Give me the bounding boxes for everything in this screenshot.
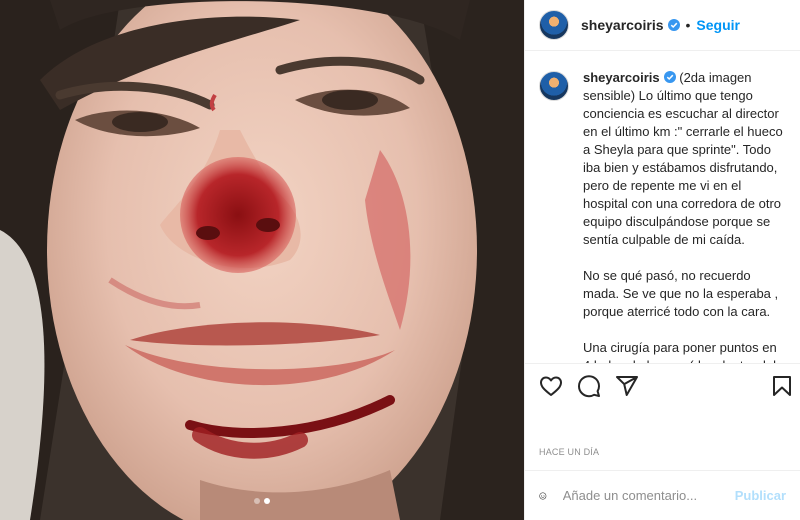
publish-button[interactable]: Publicar — [735, 488, 786, 503]
caption-avatar[interactable] — [539, 71, 569, 101]
comment-input[interactable] — [560, 487, 735, 504]
comment-bar: Publicar — [525, 470, 800, 520]
header-separator: • — [685, 17, 691, 33]
bookmark-icon[interactable] — [770, 374, 794, 398]
action-bar — [539, 373, 794, 399]
carousel-indicator — [0, 498, 524, 504]
section-divider — [525, 363, 800, 364]
caption-username[interactable]: sheyarcoiris — [583, 70, 660, 85]
verified-badge-icon — [667, 19, 680, 31]
caption-paragraph-2: No se qué pasó, no recuerdo mada. Se ve … — [583, 268, 779, 319]
caption-section: sheyarcoiris (2da imagen sensible) Lo úl… — [525, 51, 800, 363]
carousel-dot[interactable] — [254, 498, 260, 504]
emoji-icon[interactable] — [539, 485, 547, 507]
heart-icon[interactable] — [539, 374, 563, 398]
post-timestamp[interactable]: Hace un día — [539, 447, 599, 457]
caption-text-1: (2da imagen sensible) Lo último que teng… — [583, 70, 783, 247]
follow-button[interactable]: Seguir — [696, 17, 740, 33]
verified-badge-icon — [663, 71, 676, 83]
post-container: sheyarcoiris • Seguir sheyarcoiris (2da … — [0, 0, 800, 520]
caption-paragraph-1: sheyarcoiris (2da imagen sensible) Lo úl… — [583, 69, 786, 249]
caption-body: sheyarcoiris (2da imagen sensible) Lo úl… — [583, 69, 786, 363]
header-username[interactable]: sheyarcoiris — [581, 17, 664, 33]
likes-placeholder — [539, 415, 549, 433]
post-media[interactable] — [0, 0, 524, 520]
post-header: sheyarcoiris • Seguir — [525, 0, 800, 51]
avatar[interactable] — [539, 10, 569, 40]
caption-row: sheyarcoiris (2da imagen sensible) Lo úl… — [539, 69, 786, 363]
post-photo — [0, 0, 524, 520]
comment-icon[interactable] — [577, 374, 601, 398]
caption-paragraph-3: Una cirugía para poner puntos en 4 lados… — [583, 340, 777, 363]
carousel-dot-active[interactable] — [264, 498, 270, 504]
share-icon[interactable] — [615, 374, 639, 398]
post-sidebar: sheyarcoiris • Seguir sheyarcoiris (2da … — [524, 0, 800, 520]
